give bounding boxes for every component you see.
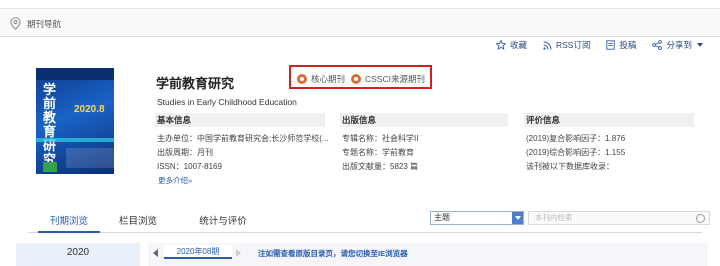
cover-stripe <box>36 138 114 142</box>
share-icon <box>652 40 663 50</box>
issue-tab[interactable]: 2020年08期 <box>164 245 232 259</box>
journal-search-input[interactable]: 本刊内检索 <box>528 211 710 225</box>
publish-info-topic: 专题名称：学前教育 <box>342 148 414 157</box>
basic-info-issn: ISSN：1007-8169 <box>157 162 222 171</box>
cover-band <box>36 68 114 80</box>
tab-column-browse[interactable]: 栏目浏览 <box>114 213 162 233</box>
tab-issue-browse[interactable]: 刊期浏览 <box>38 213 100 233</box>
core-journal-badge: 核心期刊 <box>297 73 345 85</box>
rss-button[interactable]: RSS订阅 <box>543 39 590 51</box>
rss-icon <box>543 41 552 50</box>
core-journal-label: 核心期刊 <box>311 74 346 84</box>
search-icon[interactable] <box>696 214 705 223</box>
journal-badges: 核心期刊 CSSCI来源期刊 <box>289 65 432 89</box>
top-border <box>0 0 720 9</box>
tab-stats-eval[interactable]: 统计与评价 <box>184 213 262 233</box>
next-arrow-icon[interactable] <box>236 249 241 257</box>
basic-info-cycle: 出版周期：月刊 <box>157 148 213 157</box>
ie-notice: 注如需查看原版目录页，请您切换至IE浏览器 <box>258 249 408 258</box>
badge-icon <box>297 74 307 84</box>
cssci-badge: CSSCI来源期刊 <box>351 73 425 85</box>
cover-graphic <box>66 148 114 168</box>
journal-cover[interactable]: 学前教育研究 2020.8 <box>36 68 114 174</box>
nav-label[interactable]: 期刊导航 <box>27 18 61 30</box>
eval-info-indexed: 该刊被以下数据库收录： <box>526 162 614 171</box>
journal-english-title: Studies in Early Childhood Education <box>157 97 297 107</box>
eval-info-header: 评价信息 <box>524 113 694 127</box>
basic-info-sponsor: 主办单位：中国学前教育研究会;长沙师范学校(... <box>157 134 329 143</box>
publish-info-count: 出版文献量：5823 篇 <box>342 162 419 171</box>
favorite-button[interactable]: 收藏 <box>495 39 527 51</box>
share-label: 分享到 <box>666 40 692 50</box>
basic-info-header: 基本信息 <box>155 113 325 127</box>
eval-info-composite-if: (2019)复合影响因子：1.876 <box>526 134 626 143</box>
cssci-label: CSSCI来源期刊 <box>365 74 425 84</box>
issue-strip <box>148 243 708 266</box>
location-pin-icon <box>10 17 21 30</box>
cover-mark <box>43 162 57 172</box>
submit-label: 投稿 <box>619 40 637 50</box>
journal-title: 学前教育研究 <box>156 76 235 91</box>
search-field-select[interactable]: 主题 <box>430 211 524 225</box>
submit-button[interactable]: 投稿 <box>606 39 636 51</box>
cover-issue: 2020.8 <box>74 104 105 115</box>
publish-info-album: 专辑名称：社会科学II <box>342 134 419 143</box>
search-field-value: 主题 <box>434 213 450 222</box>
year-selector[interactable]: 2020 <box>16 243 140 266</box>
publish-info-header: 出版信息 <box>340 113 508 127</box>
nav-bar: 期刊导航 <box>0 9 720 37</box>
caret-down-icon <box>697 43 703 47</box>
share-button[interactable]: 分享到 <box>652 39 708 51</box>
document-icon <box>606 40 616 50</box>
rss-label: RSS订阅 <box>555 40 591 50</box>
chevron-down-icon <box>512 212 523 224</box>
more-intro-link[interactable]: 更多介绍» <box>158 175 192 186</box>
eval-info-comprehensive-if: (2019)综合影响因子：1.155 <box>526 148 626 157</box>
search-placeholder: 本刊内检索 <box>535 213 573 222</box>
cover-title: 学前教育研究 <box>43 83 57 168</box>
badge-icon <box>351 74 361 84</box>
prev-arrow-icon[interactable] <box>153 249 158 257</box>
favorite-label: 收藏 <box>509 40 527 50</box>
star-icon <box>495 40 506 50</box>
journal-toolbar: 收藏 RSS订阅 投稿 分享到 <box>480 38 708 52</box>
